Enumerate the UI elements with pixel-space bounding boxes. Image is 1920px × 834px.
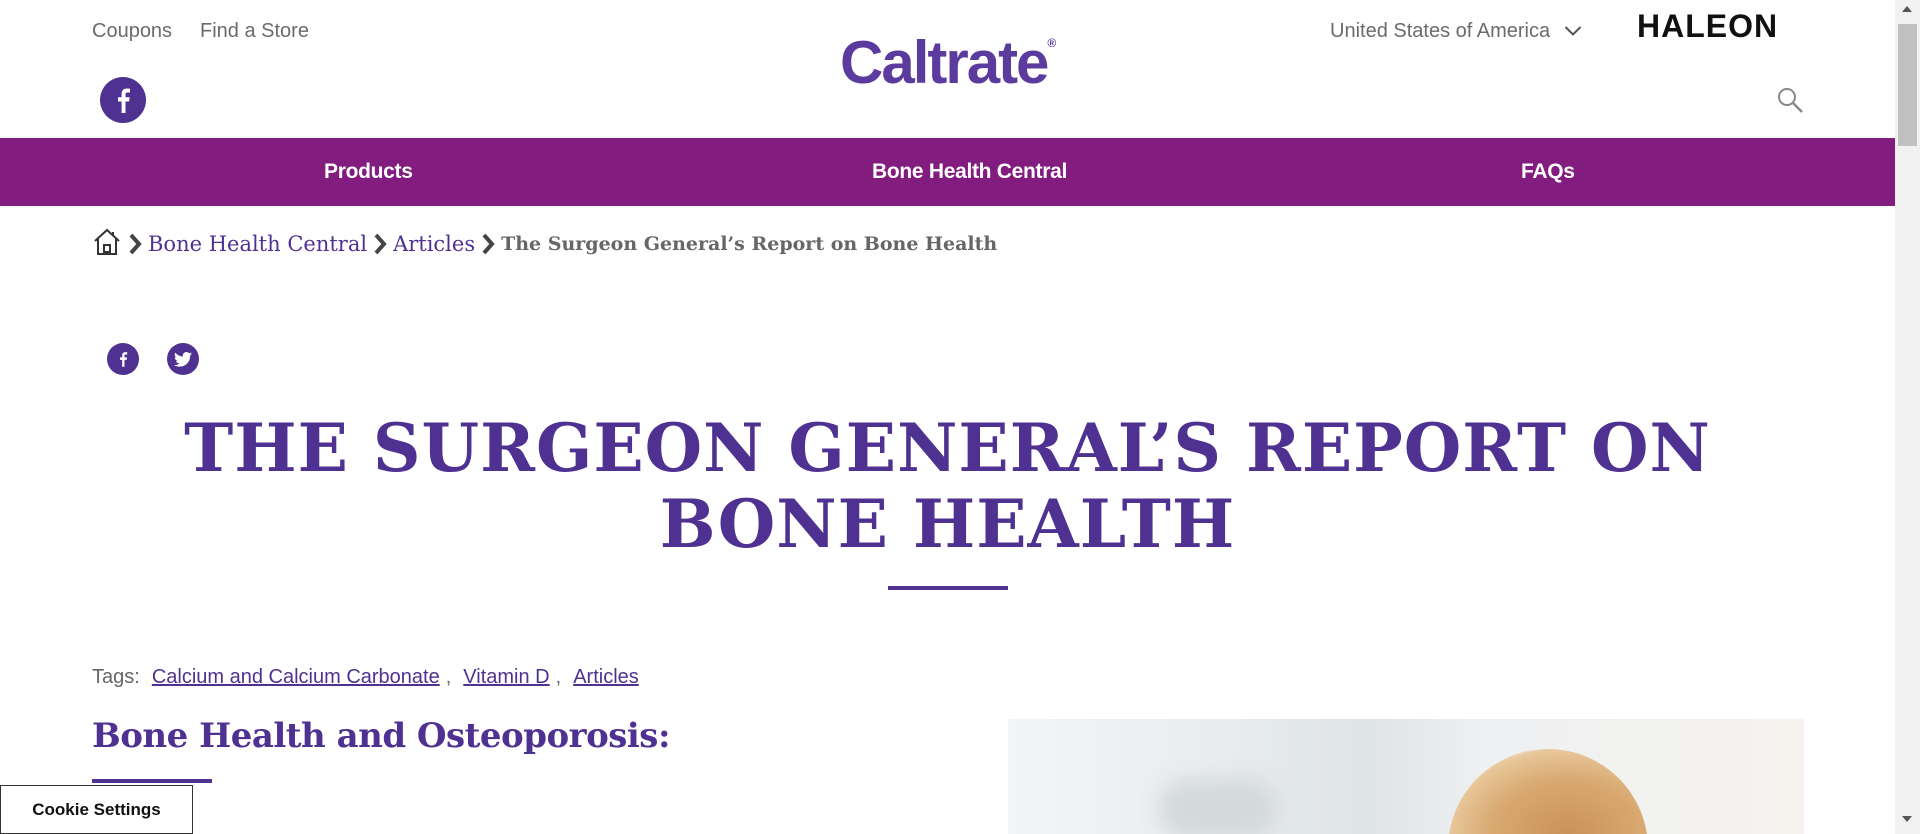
tag-link-articles[interactable]: Articles bbox=[573, 666, 639, 689]
share-twitter-icon[interactable] bbox=[167, 343, 199, 375]
page-scrollbar[interactable] bbox=[1895, 0, 1920, 834]
registered-mark: ® bbox=[1047, 36, 1057, 50]
find-a-store-link[interactable]: Find a Store bbox=[200, 20, 309, 43]
coupons-link[interactable]: Coupons bbox=[92, 20, 172, 43]
haleon-logo[interactable]: HALEON bbox=[1637, 8, 1778, 45]
image-subject-hair bbox=[1448, 749, 1648, 834]
breadcrumb: Bone Health Central Articles The Surgeon… bbox=[92, 228, 997, 260]
chevron-right-icon bbox=[373, 233, 387, 255]
title-divider bbox=[888, 586, 1008, 590]
facebook-icon[interactable] bbox=[100, 77, 146, 123]
chevron-right-icon bbox=[128, 233, 142, 255]
logo-text: Caltrate bbox=[840, 29, 1049, 96]
cookie-settings-button[interactable]: Cookie Settings bbox=[0, 785, 193, 834]
chevron-down-icon bbox=[1564, 20, 1582, 43]
tags-row: Tags: Calcium and Calcium Carbonate, Vit… bbox=[92, 666, 639, 689]
section-divider bbox=[92, 779, 212, 783]
country-label: United States of America bbox=[1330, 20, 1551, 42]
scroll-down-arrow-icon[interactable] bbox=[1902, 816, 1912, 822]
tag-separator: , bbox=[445, 666, 452, 688]
page: Coupons Find a Store Caltrate® United St… bbox=[0, 0, 1895, 834]
tag-separator: , bbox=[555, 666, 562, 688]
tag-link-vitamin-d[interactable]: Vitamin D bbox=[463, 666, 549, 689]
page-title: THE SURGEON GENERAL’S REPORT ON BONE HEA… bbox=[184, 409, 1711, 563]
breadcrumb-articles[interactable]: Articles bbox=[393, 232, 475, 256]
nav-item-bone-health-central[interactable]: Bone Health Central bbox=[872, 138, 1067, 206]
search-icon[interactable] bbox=[1776, 86, 1804, 114]
article-image bbox=[1008, 719, 1804, 834]
scroll-up-arrow-icon[interactable] bbox=[1902, 6, 1912, 12]
tag-link-calcium[interactable]: Calcium and Calcium Carbonate bbox=[152, 666, 440, 689]
chevron-right-icon bbox=[481, 233, 495, 255]
share-facebook-icon[interactable] bbox=[107, 343, 139, 375]
section-title: Bone Health and Osteoporosis: bbox=[92, 716, 671, 756]
scrollbar-thumb[interactable] bbox=[1898, 24, 1917, 146]
caltrate-logo[interactable]: Caltrate® bbox=[840, 28, 1056, 97]
home-icon[interactable] bbox=[92, 227, 122, 262]
nav-item-products[interactable]: Products bbox=[324, 138, 413, 206]
country-selector[interactable]: United States of America bbox=[1330, 20, 1582, 43]
main-nav: Products Bone Health Central FAQs bbox=[0, 138, 1895, 206]
nav-item-faqs[interactable]: FAQs bbox=[1521, 138, 1575, 206]
image-background-shape bbox=[1158, 779, 1278, 834]
tags-label: Tags: bbox=[92, 666, 140, 688]
breadcrumb-bone-health-central[interactable]: Bone Health Central bbox=[148, 232, 367, 256]
breadcrumb-current: The Surgeon General’s Report on Bone Hea… bbox=[501, 233, 998, 255]
